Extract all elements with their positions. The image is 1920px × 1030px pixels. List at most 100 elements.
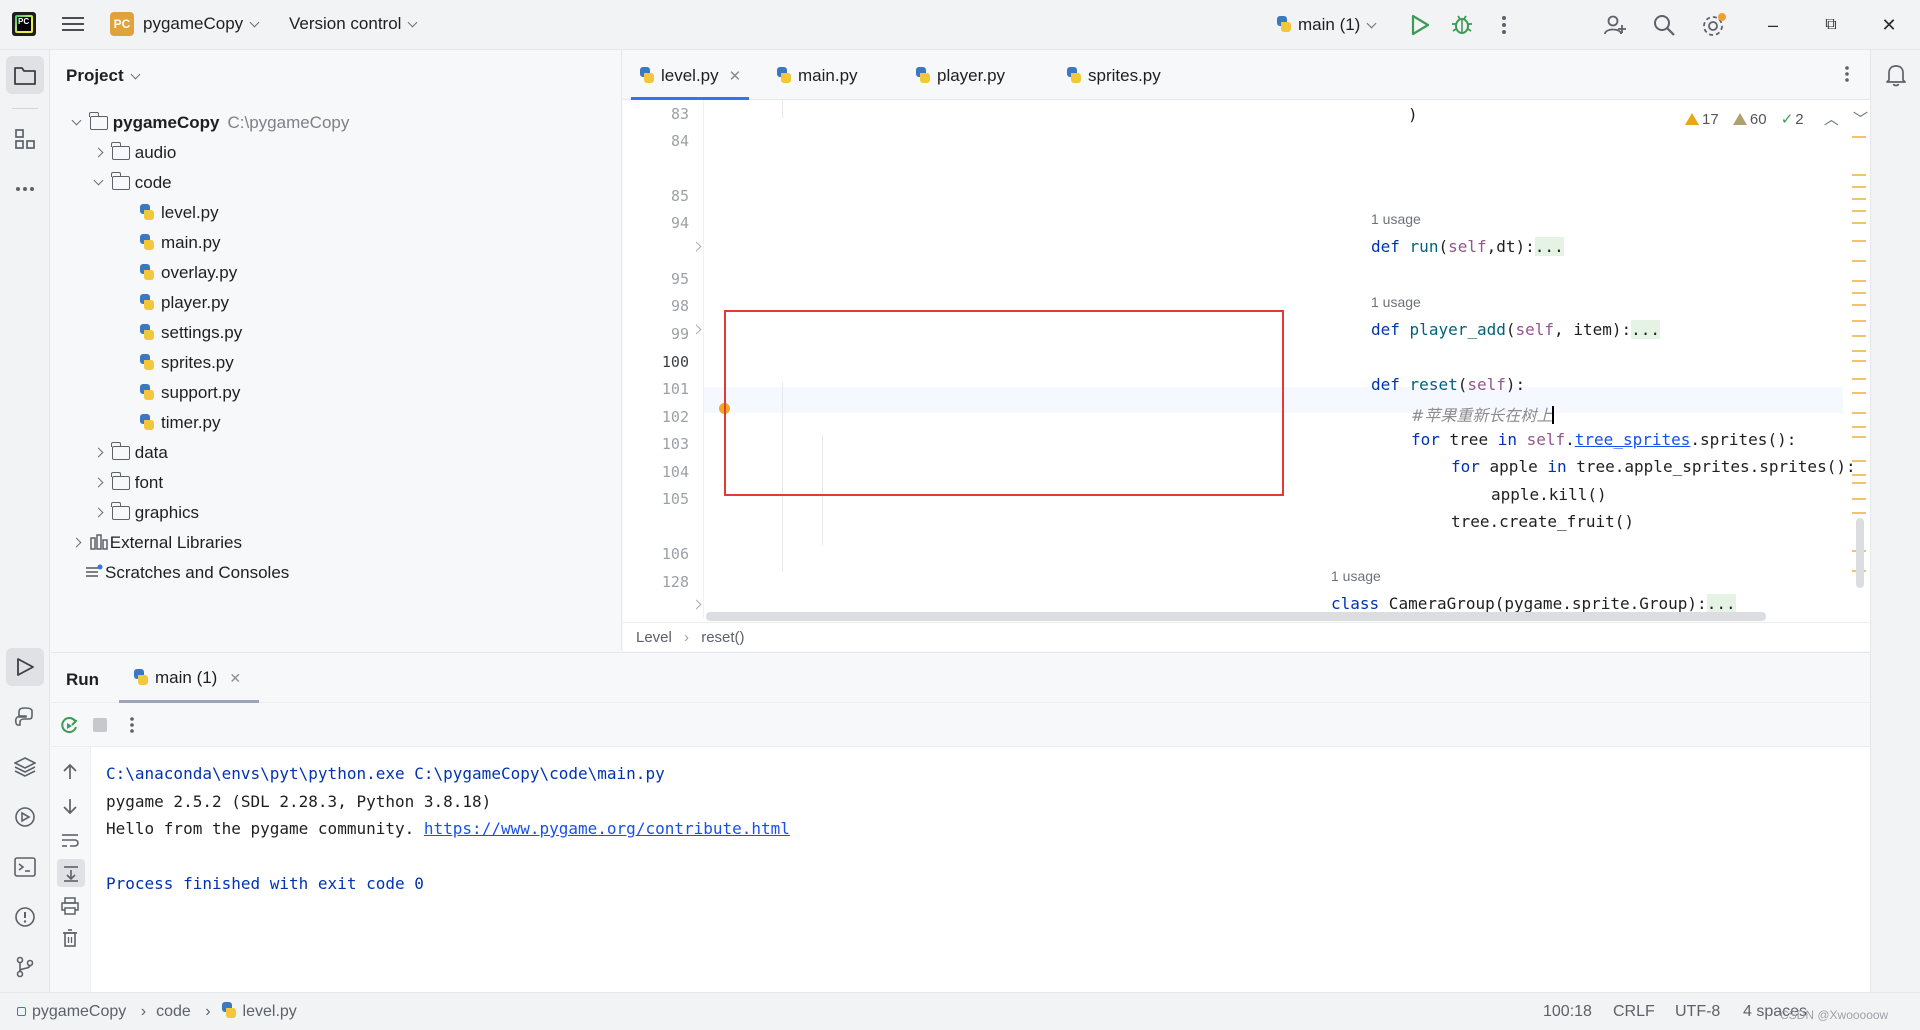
- tree-item-data[interactable]: data: [89, 438, 168, 468]
- settings-gear-icon[interactable]: [1701, 12, 1727, 38]
- debug-button[interactable]: [1451, 13, 1473, 37]
- fold-toggle-icon[interactable]: [691, 599, 702, 610]
- line-number: 95: [670, 270, 689, 288]
- python-file-icon: [139, 384, 155, 400]
- tab-level-py[interactable]: level.py ✕: [630, 50, 750, 100]
- library-icon: [89, 534, 108, 550]
- line-number-current: 100: [661, 353, 689, 371]
- tree-item-settings-py[interactable]: settings.py: [139, 318, 242, 348]
- add-user-icon[interactable]: [1603, 13, 1627, 37]
- scroll-down-icon[interactable]: [61, 797, 79, 815]
- tab-main-py[interactable]: main.py: [776, 50, 858, 100]
- close-tab-icon[interactable]: ✕: [229, 670, 241, 686]
- fold-toggle-icon[interactable]: [691, 241, 702, 252]
- tree-item-main-py[interactable]: main.py: [139, 228, 221, 258]
- tree-item-scratches[interactable]: Scratches and Consoles: [85, 558, 289, 588]
- tree-item-timer-py[interactable]: timer.py: [139, 408, 221, 438]
- project-name: pygameCopy: [143, 14, 244, 33]
- tree-item-sprites-py[interactable]: sprites.py: [139, 348, 234, 378]
- console-line: Process finished with exit code 0: [106, 874, 424, 893]
- python-packages-button[interactable]: [6, 698, 44, 736]
- root-path: C:\pygameCopy: [227, 113, 350, 132]
- caret-position[interactable]: 100:18: [1543, 993, 1592, 1030]
- rerun-icon: [61, 717, 78, 734]
- status-breadcrumb-item[interactable]: level.py: [243, 1003, 297, 1020]
- tab-options-icon[interactable]: [1844, 64, 1850, 84]
- tree-item-label: timer.py: [161, 413, 221, 432]
- tab-label: level.py: [661, 66, 719, 85]
- tree-item-overlay-py[interactable]: overlay.py: [139, 258, 237, 288]
- tree-item-root[interactable]: pygameCopy C:\pygameCopy: [67, 108, 349, 138]
- inspection-widget[interactable]: 17 60 ✓ 2 ︿ ﹀: [1685, 108, 1868, 129]
- tree-item-audio[interactable]: audio: [89, 138, 176, 168]
- breadcrumb-separator-icon: ›: [205, 1003, 211, 1020]
- code-line-106: class CameraGroup(pygame.sprite.Group):.…: [1331, 594, 1736, 613]
- close-window-button[interactable]: ✕: [1860, 0, 1918, 50]
- tab-sprites-py[interactable]: sprites.py: [1066, 50, 1161, 100]
- terminal-tool-button[interactable]: [6, 848, 44, 886]
- error-stripe[interactable]: [1852, 130, 1866, 600]
- structure-tool-button[interactable]: [6, 120, 44, 158]
- tree-item-level-py[interactable]: level.py: [139, 198, 219, 228]
- run-outline-icon: [17, 658, 34, 676]
- more-actions-icon[interactable]: [1500, 13, 1508, 37]
- highlight-annotation-box: [724, 310, 1284, 496]
- status-bar: pygameCopy › code › level.py 100:18 CRLF U…: [0, 992, 1920, 1030]
- status-breadcrumb-item[interactable]: code: [156, 1003, 191, 1020]
- run-options-icon[interactable]: [129, 715, 135, 735]
- tree-item-label: overlay.py: [161, 263, 238, 282]
- run-tab-main[interactable]: main (1) ✕: [119, 653, 259, 703]
- main-menu-icon[interactable]: [62, 14, 84, 36]
- run-config-selector[interactable]: main (1): [1276, 14, 1377, 35]
- console-link[interactable]: https://www.pygame.org/contribute.html: [424, 819, 790, 838]
- chevron-right-icon: [93, 147, 103, 158]
- services-tool-button[interactable]: [6, 798, 44, 836]
- status-breadcrumb-item[interactable]: pygameCopy: [32, 1003, 126, 1020]
- vertical-scrollbar-thumb[interactable]: [1856, 518, 1864, 588]
- problems-tool-button[interactable]: [6, 898, 44, 936]
- git-tool-button[interactable]: [6, 948, 44, 986]
- next-highlight-icon[interactable]: ﹀: [1853, 111, 1868, 128]
- chevron-right-icon: [93, 507, 103, 518]
- run-button[interactable]: [1410, 14, 1430, 36]
- tree-item-graphics[interactable]: graphics: [89, 498, 199, 528]
- clear-trash-icon[interactable]: [61, 929, 79, 947]
- previous-highlight-icon[interactable]: ︿: [1824, 111, 1839, 128]
- more-tools-button[interactable]: [6, 170, 44, 208]
- run-tool-button[interactable]: [6, 648, 44, 686]
- breadcrumb-item[interactable]: Level: [636, 629, 672, 646]
- layers-tool-button[interactable]: [6, 748, 44, 786]
- scroll-to-end-button[interactable]: [57, 859, 85, 887]
- project-panel-title[interactable]: Project: [66, 66, 141, 86]
- breadcrumb-item[interactable]: reset(): [701, 629, 744, 646]
- usage-hint[interactable]: 1 usage: [1331, 568, 1381, 584]
- file-encoding[interactable]: UTF-8: [1675, 993, 1720, 1030]
- usage-hint[interactable]: 1 usage: [1371, 211, 1421, 227]
- rerun-button[interactable]: [59, 715, 79, 735]
- project-selector[interactable]: pygameCopy: [143, 14, 260, 34]
- minimize-button[interactable]: –: [1744, 0, 1802, 50]
- usage-hint[interactable]: 1 usage: [1371, 294, 1421, 310]
- folder-icon: [111, 472, 130, 490]
- close-tab-icon[interactable]: ✕: [729, 68, 742, 85]
- version-control-menu[interactable]: Version control: [289, 14, 418, 34]
- line-separator[interactable]: CRLF: [1613, 993, 1655, 1030]
- project-tool-button[interactable]: [6, 56, 44, 94]
- python-file-icon: [639, 67, 655, 83]
- notifications-button[interactable]: [1877, 56, 1915, 94]
- search-icon[interactable]: [1652, 13, 1676, 37]
- tree-item-player-py[interactable]: player.py: [139, 288, 229, 318]
- tree-item-external-libraries[interactable]: External Libraries: [67, 528, 242, 558]
- restore-button[interactable]: ⧉: [1802, 0, 1860, 50]
- scroll-up-icon[interactable]: [61, 763, 79, 781]
- print-icon[interactable]: [61, 897, 79, 915]
- run-toolbar: [51, 703, 1870, 747]
- tab-player-py[interactable]: player.py: [915, 50, 1005, 100]
- tree-item-code[interactable]: code: [89, 168, 172, 198]
- tree-item-font[interactable]: font: [89, 468, 163, 498]
- stop-button[interactable]: [93, 718, 107, 732]
- soft-wrap-icon[interactable]: [61, 831, 79, 849]
- tree-item-support-py[interactable]: support.py: [139, 378, 240, 408]
- horizontal-scrollbar[interactable]: [706, 612, 1766, 621]
- fold-toggle-icon[interactable]: [691, 324, 702, 335]
